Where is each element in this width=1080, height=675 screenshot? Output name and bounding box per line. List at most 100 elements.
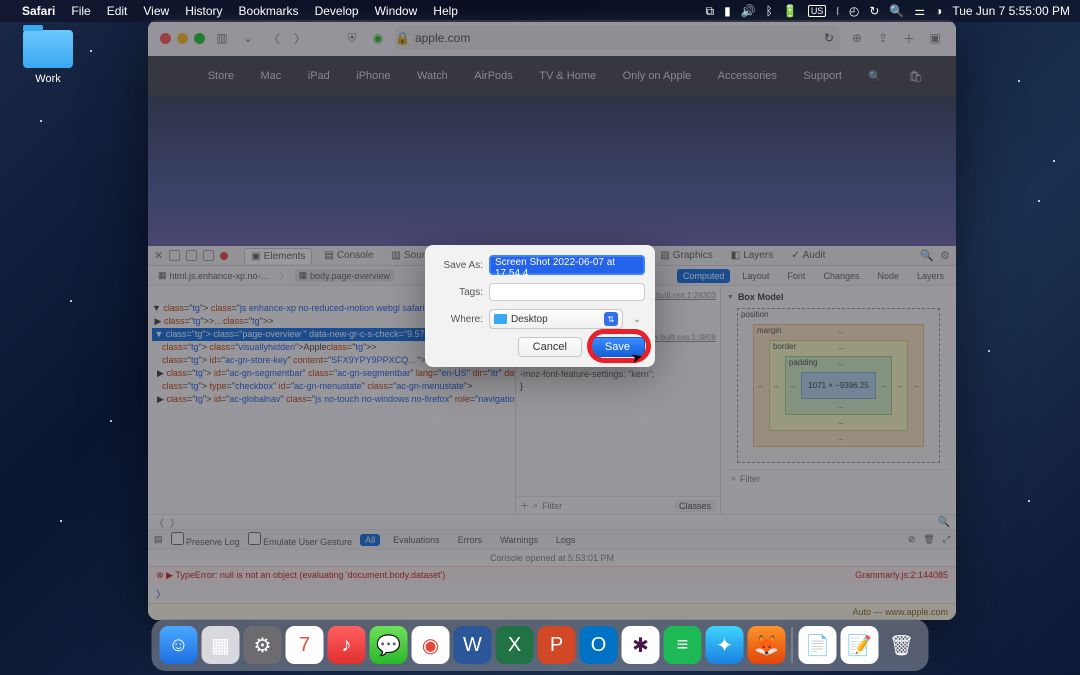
nav-support[interactable]: Support — [803, 70, 842, 82]
nav-iphone[interactable]: iPhone — [356, 70, 390, 82]
bluetooth-icon[interactable]: ᛒ — [766, 4, 773, 18]
path-forward-icon[interactable]: 〉 — [170, 515, 180, 530]
tab-audit[interactable]: ✓ Audit — [785, 248, 831, 263]
dock-excel[interactable]: X — [496, 626, 534, 664]
forward-button[interactable]: 〉 — [291, 29, 309, 47]
dock-powerpoint[interactable]: P — [538, 626, 576, 664]
filter-all[interactable]: All — [360, 534, 380, 546]
nav-tv-home[interactable]: TV & Home — [539, 70, 596, 82]
menubar-clock[interactable]: Tue Jun 7 5:55:00 PM — [952, 4, 1070, 18]
new-tab-button[interactable]: ＋ — [900, 29, 918, 47]
spotlight-icon[interactable]: 🔍 — [889, 4, 904, 18]
console-warning-row[interactable]: Auto — www.apple.com — [148, 603, 956, 620]
dock-spotify[interactable]: ≡ — [664, 626, 702, 664]
console-trash-icon[interactable]: 🗑 — [923, 534, 934, 545]
sidebar-tab-computed[interactable]: Computed — [677, 269, 731, 283]
app-menu[interactable]: Safari — [22, 4, 55, 18]
dock-trash[interactable]: 🗑 — [883, 626, 921, 664]
menu-bookmarks[interactable]: Bookmarks — [239, 4, 299, 18]
styles-filter-input[interactable]: Filter — [542, 501, 562, 511]
crumb-html[interactable]: ▦ html.js.enhance-xp.no-… — [154, 269, 274, 282]
user-icon[interactable]: ◴ — [849, 4, 859, 18]
dock-music[interactable]: ♪ — [328, 626, 366, 664]
menu-window[interactable]: Window — [375, 4, 418, 18]
classes-toggle[interactable]: Classes — [674, 500, 716, 512]
nav-store[interactable]: Store — [208, 70, 234, 82]
menu-develop[interactable]: Develop — [315, 4, 359, 18]
filter-evaluations[interactable]: Evaluations — [388, 534, 445, 546]
dock-bottom-icon[interactable] — [186, 250, 197, 261]
nav-search-icon[interactable]: 🔍 — [868, 70, 882, 83]
timemachine-icon[interactable]: ↻ — [869, 4, 879, 18]
nav-only-on-apple[interactable]: Only on Apple — [623, 70, 692, 82]
volume-icon[interactable]: 🔊 — [741, 4, 756, 18]
wifi-icon[interactable]: ⧙ — [836, 4, 839, 19]
recording-indicator-icon[interactable] — [220, 252, 228, 260]
window-close-button[interactable] — [160, 33, 171, 44]
tab-graphics[interactable]: ▨ Graphics — [654, 248, 718, 263]
filename-input[interactable]: Screen Shot 2022-06-07 at 17.54.4 — [489, 255, 645, 275]
menu-file[interactable]: File — [71, 4, 90, 18]
console-error-row[interactable]: ⊗ ▶ TypeError: null is not an object (ev… — [148, 566, 956, 584]
battery-icon[interactable]: 🔋 — [783, 4, 798, 18]
sidebar-tab-layout[interactable]: Layout — [736, 269, 775, 283]
menu-history[interactable]: History — [185, 4, 222, 18]
dock-calendar[interactable]: 7 — [286, 626, 324, 664]
sidebar-tab-node[interactable]: Node — [871, 269, 905, 283]
siri-icon[interactable]: ◑ — [935, 4, 942, 18]
sidebar-tab-layers[interactable]: Layers — [911, 269, 950, 283]
dock-finder[interactable]: ☺ — [160, 626, 198, 664]
menu-help[interactable]: Help — [433, 4, 458, 18]
back-button[interactable]: 〈 — [265, 29, 283, 47]
where-popup[interactable]: Desktop ⇅ — [489, 309, 623, 329]
control-center-icon[interactable]: ⚌ — [914, 4, 925, 18]
nav-watch[interactable]: Watch — [417, 70, 448, 82]
warning-source[interactable]: Auto — www.apple.com — [852, 607, 948, 617]
dropbox-icon[interactable]: ⧉ — [706, 4, 715, 19]
shield-icon[interactable]: ⛨ — [343, 29, 361, 47]
box-filter-input[interactable]: Filter — [740, 474, 760, 484]
desktop-folder-work[interactable]: Work — [18, 30, 78, 85]
menu-view[interactable]: View — [143, 4, 169, 18]
tab-elements[interactable]: ▣ Elements — [244, 248, 312, 264]
sidebar-toggle-icon[interactable]: ▥ — [213, 29, 231, 47]
tab-layers[interactable]: ◧ Layers — [725, 248, 779, 263]
dock-safari[interactable]: ✦ — [706, 626, 744, 664]
plus-icon[interactable]: ＋ — [520, 499, 529, 512]
nav-accessories[interactable]: Accessories — [718, 70, 777, 82]
tags-input[interactable] — [489, 283, 645, 301]
chevron-down-icon[interactable]: ⌄ — [239, 29, 257, 47]
window-zoom-button[interactable] — [194, 33, 205, 44]
dock-notes[interactable]: 📝 — [841, 626, 879, 664]
inspector-search-icon[interactable]: 🔍 — [920, 249, 934, 262]
dock-firefox[interactable]: 🦊 — [748, 626, 786, 664]
inspector-close-icon[interactable]: ✕ — [154, 249, 163, 262]
path-back-icon[interactable]: 〈 — [154, 515, 164, 530]
crumb-body[interactable]: ▦ body.page-overview — [295, 269, 394, 282]
downloads-icon[interactable]: ⊕ — [848, 29, 866, 47]
sidebar-tab-changes[interactable]: Changes — [817, 269, 865, 283]
console-prompt[interactable]: 〉 — [148, 584, 956, 603]
preserve-log-checkbox[interactable] — [171, 532, 184, 545]
nav-airpods[interactable]: AirPods — [474, 70, 513, 82]
console-toggle-icon[interactable]: ▤ — [154, 534, 163, 545]
filter-errors[interactable]: Errors — [453, 534, 488, 546]
expand-dialog-button[interactable]: ⌄ — [629, 314, 645, 325]
nav-bag-icon[interactable]: 🛍 — [909, 70, 923, 83]
error-source[interactable]: Grammarly.js:2:144085 — [855, 570, 948, 581]
dock-system-preferences[interactable]: ⚙ — [244, 626, 282, 664]
nav-mac[interactable]: Mac — [261, 70, 282, 82]
tabs-icon[interactable]: ▣ — [926, 29, 944, 47]
phone-icon[interactable]: ▮ — [724, 4, 731, 18]
inspector-settings-icon[interactable]: ⚙ — [940, 249, 950, 262]
menu-edit[interactable]: Edit — [107, 4, 128, 18]
share-icon[interactable]: ⇪ — [874, 29, 892, 47]
dock-document[interactable]: 📄 — [799, 626, 837, 664]
sidebar-tab-font[interactable]: Font — [781, 269, 811, 283]
dock-messages[interactable]: 💬 — [370, 626, 408, 664]
dock-launchpad[interactable]: ▦ — [202, 626, 240, 664]
filter-warnings[interactable]: Warnings — [495, 534, 543, 546]
filter-logs[interactable]: Logs — [551, 534, 581, 546]
emulate-gesture-checkbox[interactable] — [248, 532, 261, 545]
dock-word[interactable]: W — [454, 626, 492, 664]
